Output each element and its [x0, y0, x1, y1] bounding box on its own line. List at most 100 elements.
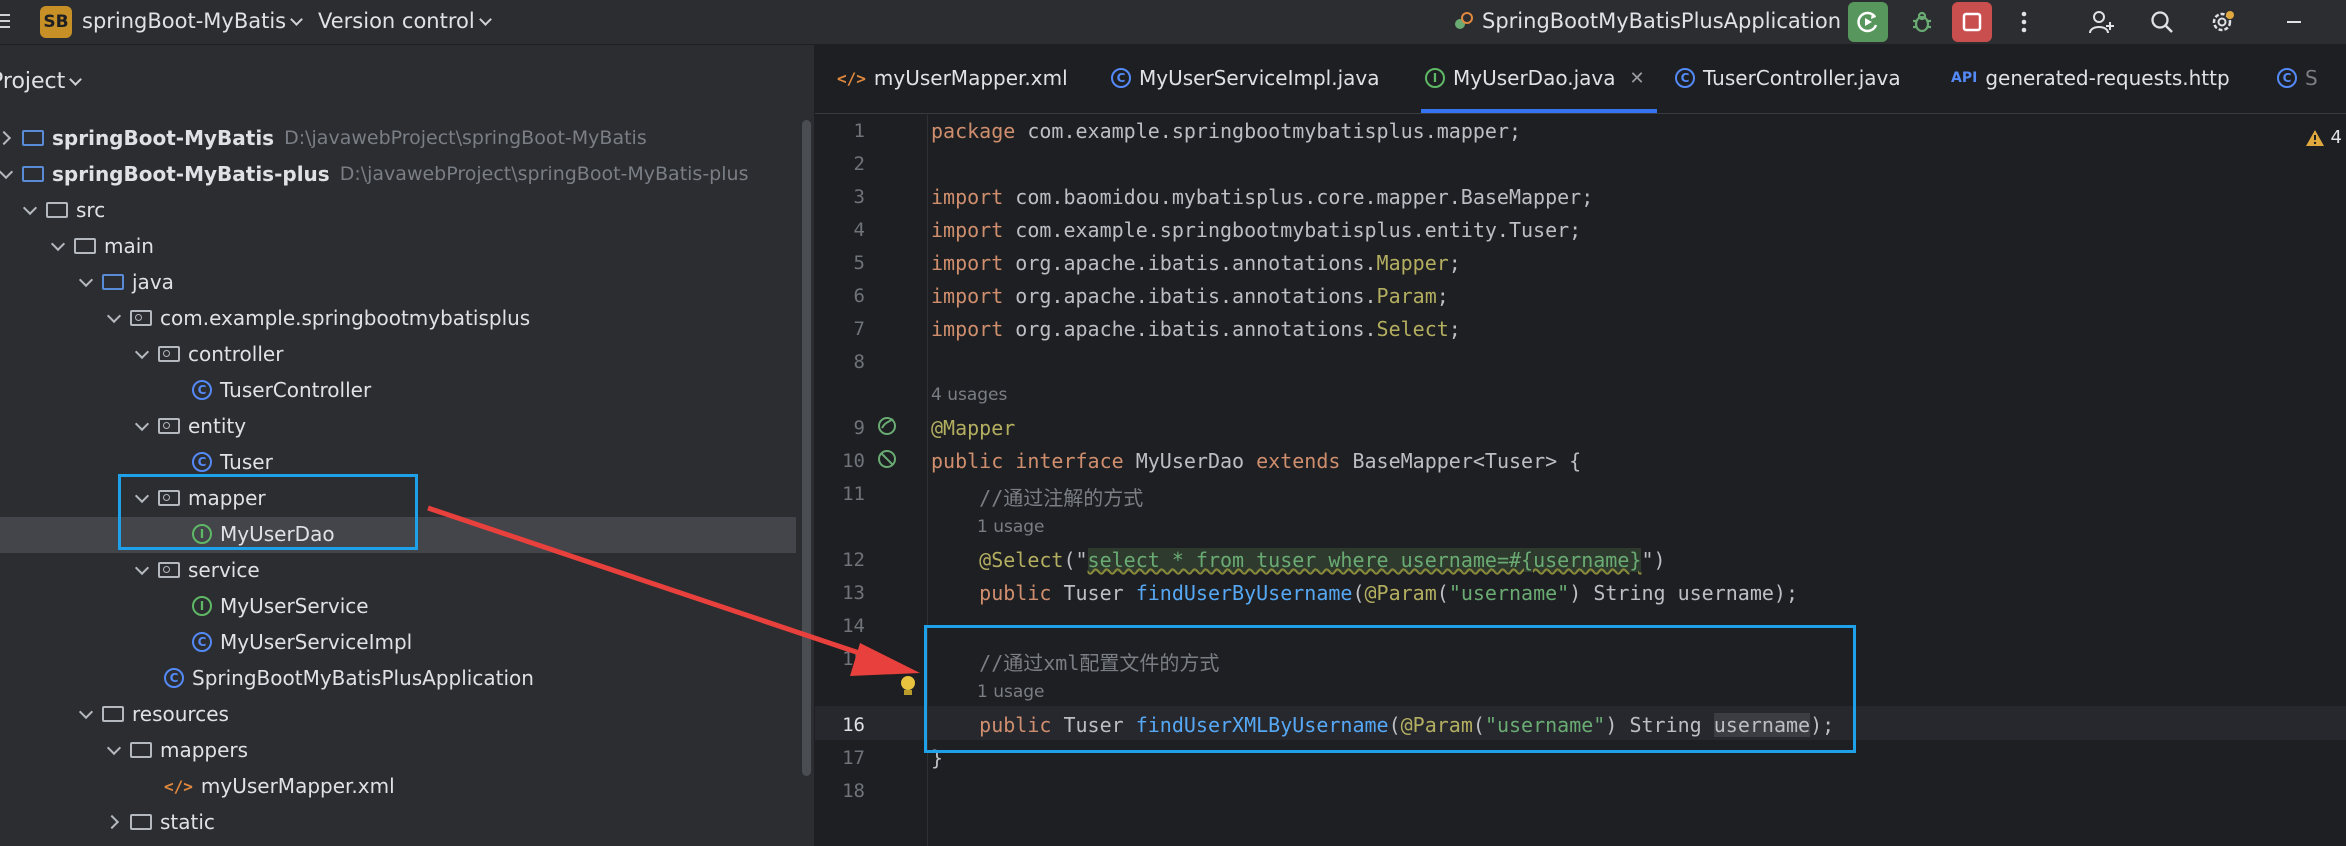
- close-icon[interactable]: ✕: [1629, 68, 1644, 89]
- line-number: 10: [842, 450, 865, 472]
- tab-label: MyUserDao.java: [1453, 66, 1616, 90]
- line-number: 15: [842, 648, 865, 670]
- annotation: @Param: [1364, 581, 1437, 605]
- minimize-button[interactable]: [2276, 4, 2312, 40]
- project-name-dropdown[interactable]: springBoot-MyBatis: [82, 9, 303, 33]
- collapse-arrow-icon[interactable]: [130, 558, 154, 582]
- code-line[interactable]: import org.apache.ibatis.annotations.Par…: [931, 284, 1449, 308]
- lightbulb-icon[interactable]: [897, 673, 919, 699]
- expand-arrow-icon[interactable]: [102, 810, 126, 834]
- tree-node-myuserserviceimpl[interactable]: C MyUserServiceImpl: [188, 625, 412, 659]
- highlight-box-mapper: [118, 474, 418, 550]
- version-control-dropdown[interactable]: Version control: [318, 9, 492, 33]
- editor-tab-bar: </> myUserMapper.xml C MyUserServiceImpl…: [815, 45, 2346, 114]
- tree-node-main[interactable]: main: [46, 229, 154, 263]
- inspection-warnings-widget[interactable]: 4: [2305, 127, 2342, 148]
- tab-generated-requests[interactable]: API generated-requests.http: [1951, 45, 2230, 111]
- search-button[interactable]: [2144, 4, 2180, 40]
- class-icon: C: [1675, 68, 1695, 88]
- module-folder-icon: [22, 130, 44, 146]
- collapse-arrow-icon[interactable]: [102, 738, 126, 762]
- code-line[interactable]: package com.example.springbootmybatisplu…: [931, 119, 1521, 143]
- http-file-icon: API: [1951, 70, 1978, 86]
- line-number: 7: [853, 318, 865, 340]
- tab-myusermapper-xml[interactable]: </> myUserMapper.xml: [833, 45, 1068, 111]
- add-user-button[interactable]: [2084, 4, 2120, 40]
- collapse-arrow-icon[interactable]: [46, 234, 70, 258]
- code-line[interactable]: @Select("select * from tuser where usern…: [931, 548, 1666, 572]
- tree-node-service[interactable]: service: [130, 553, 260, 587]
- tree-node-resources[interactable]: resources: [74, 697, 229, 731]
- debug-button[interactable]: [1902, 2, 1942, 42]
- code-line[interactable]: import org.apache.ibatis.annotations.Map…: [931, 251, 1461, 275]
- more-actions-button[interactable]: [2004, 2, 2044, 42]
- collapse-arrow-icon[interactable]: [130, 414, 154, 438]
- keyword: import: [931, 218, 1004, 242]
- collapse-arrow-icon[interactable]: [74, 702, 98, 726]
- project-tree-scrollbar[interactable]: [802, 120, 811, 776]
- main-menu-icon[interactable]: [0, 10, 14, 32]
- folder-icon: [46, 202, 68, 218]
- line-number: 11: [842, 483, 865, 505]
- line-number: 14: [842, 615, 865, 637]
- code-line[interactable]: public Tuser findUserByUsername(@Param("…: [931, 581, 1798, 605]
- code-line[interactable]: import com.example.springbootmybatisplus…: [931, 218, 1581, 242]
- settings-button[interactable]: [2204, 4, 2240, 40]
- tab-myuserdao[interactable]: I MyUserDao.java ✕: [1421, 45, 1657, 113]
- code-text: ;: [1448, 251, 1461, 275]
- line-number-current: 16: [842, 714, 865, 736]
- tree-node-springboot-mybatis[interactable]: springBoot-MyBatis D:\javawebProject\spr…: [0, 121, 647, 155]
- usages-hint[interactable]: 4 usages: [931, 385, 1007, 405]
- run-configuration-label: SpringBootMyBatisPlusApplication: [1482, 9, 1842, 33]
- collapse-arrow-icon[interactable]: [130, 342, 154, 366]
- annotation-name: Select: [1376, 317, 1449, 341]
- code-text: com.example.springbootmybatisplus.entity…: [1003, 218, 1582, 242]
- keyword: import: [931, 317, 1004, 341]
- code-text: org.apache.ibatis.annotations.: [1003, 251, 1377, 275]
- tree-node-mappers[interactable]: mappers: [102, 733, 248, 767]
- keyword: import: [931, 185, 1004, 209]
- code-line[interactable]: @Mapper: [931, 416, 1015, 440]
- line-number: 17: [842, 747, 865, 769]
- project-badge[interactable]: SB: [40, 6, 72, 38]
- code-line[interactable]: import org.apache.ibatis.annotations.Sel…: [931, 317, 1461, 341]
- tab-myuserserviceimpl[interactable]: C MyUserServiceImpl.java: [1107, 45, 1380, 111]
- tree-node-controller[interactable]: controller: [130, 337, 283, 371]
- run-configuration-dropdown[interactable]: SpringBootMyBatisPlusApplication: [1452, 9, 1866, 33]
- tree-node-myusermapper-xml[interactable]: </> myUserMapper.xml: [160, 769, 395, 803]
- code-line[interactable]: public interface MyUserDao extends BaseM…: [931, 449, 1581, 473]
- collapse-arrow-icon[interactable]: [74, 270, 98, 294]
- stop-button[interactable]: [1952, 2, 1992, 42]
- tree-node-entity[interactable]: entity: [130, 409, 246, 443]
- tab-tusercontroller[interactable]: C TuserController.java: [1671, 45, 1901, 111]
- project-view-dropdown[interactable]: Project: [0, 69, 83, 94]
- usages-hint[interactable]: 1 usage: [977, 517, 1045, 537]
- collapse-arrow-icon[interactable]: [18, 198, 42, 222]
- spring-bean-gutter-icon[interactable]: [875, 447, 899, 471]
- tree-node-myuserservice[interactable]: I MyUserService: [188, 589, 369, 623]
- package-icon: [158, 346, 180, 362]
- tree-node-tusercontroller[interactable]: C TuserController: [188, 373, 371, 407]
- tree-node-package-root[interactable]: com.example.springbootmybatisplus: [102, 301, 530, 335]
- tree-node-java[interactable]: java: [74, 265, 174, 299]
- collapse-arrow-icon[interactable]: [0, 162, 18, 186]
- module-path: D:\javawebProject\springBoot-MyBatis: [284, 127, 647, 149]
- keyword: import: [931, 284, 1004, 308]
- tree-node-src[interactable]: src: [18, 193, 105, 227]
- rerun-button[interactable]: [1848, 2, 1888, 42]
- tree-node-label: main: [104, 234, 154, 258]
- expand-arrow-icon[interactable]: [0, 126, 18, 150]
- more-vertical-icon: [2021, 11, 2027, 33]
- code-text: ;: [1436, 284, 1449, 308]
- source-folder-icon: [102, 274, 124, 290]
- code-text: org.apache.ibatis.annotations.: [1003, 317, 1377, 341]
- tree-node-application[interactable]: C SpringBootMyBatisPlusApplication: [160, 661, 534, 695]
- tree-node-springboot-mybatis-plus[interactable]: springBoot-MyBatis-plus D:\javawebProjec…: [0, 157, 748, 191]
- spring-bean-gutter-icon[interactable]: [875, 414, 899, 438]
- collapse-arrow-icon[interactable]: [102, 306, 126, 330]
- code-line[interactable]: import com.baomidou.mybatisplus.core.map…: [931, 185, 1593, 209]
- code-comment[interactable]: //通过注解的方式: [931, 482, 1143, 511]
- tree-node-static[interactable]: static: [102, 805, 215, 839]
- annotation-name: Mapper: [1376, 251, 1449, 275]
- tab-more[interactable]: C S: [2273, 45, 2318, 111]
